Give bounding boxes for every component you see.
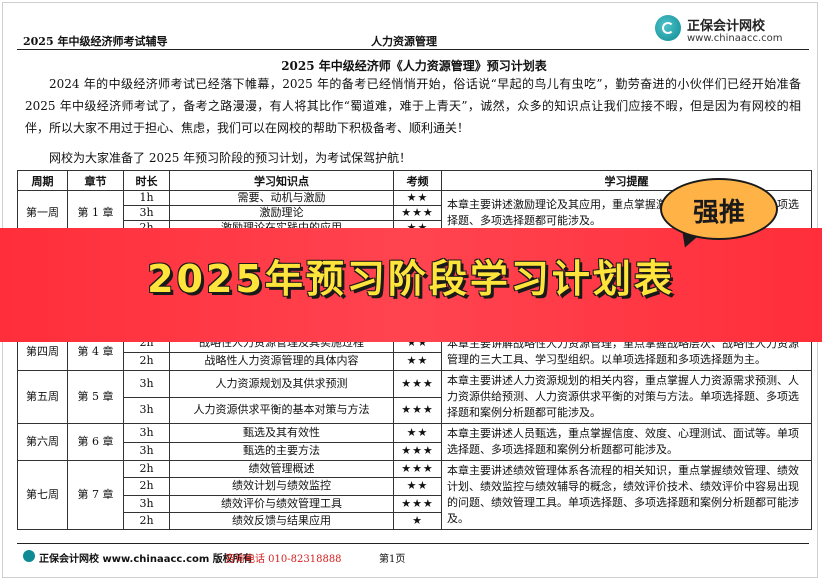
tip-cell: 本章主要讲述人力资源规划的相关内容，重点掌握人力资源需求预测、人力资源供给预测、… bbox=[442, 371, 812, 424]
footer-divider bbox=[17, 543, 809, 544]
topic-cell: 战略性人力资源管理的具体内容 bbox=[170, 352, 394, 371]
chapter-cell: 第 5 章 bbox=[68, 371, 124, 424]
brand-logo-icon bbox=[655, 15, 681, 41]
header-divider bbox=[17, 49, 809, 50]
intro-paragraph: 2024 年的中级经济师考试已经落下帷幕，2025 年的备考已经悄悄开始，俗话说… bbox=[25, 73, 801, 139]
week-cell: 第五周 bbox=[18, 371, 68, 424]
duration-cell: 2h bbox=[124, 352, 170, 371]
duration-cell: 1h bbox=[124, 191, 170, 206]
frequency-stars: ★★★ bbox=[394, 495, 442, 512]
col-header-chapter: 章节 bbox=[68, 171, 124, 191]
document-title: 2025 年中级经济师《人力资源管理》预习计划表 bbox=[3, 57, 818, 74]
brand-logo: 正保会计网校 www.chinaacc.com bbox=[655, 11, 815, 51]
brand-url: www.chinaacc.com bbox=[687, 33, 783, 44]
duration-cell: 3h bbox=[124, 424, 170, 443]
frequency-stars: ★★★ bbox=[394, 461, 442, 478]
recommend-badge: 强推 bbox=[660, 178, 780, 250]
topic-cell: 人力资源供求平衡的基本对策与方法 bbox=[170, 397, 394, 424]
promo-banner-title: 2025年预习阶段学习计划表 bbox=[0, 248, 822, 303]
frequency-stars: ★★★ bbox=[394, 371, 442, 398]
intro-paragraph-2: 网校为大家准备了 2025 年预习阶段的预习计划，为考试保驾护航！ bbox=[25, 147, 801, 169]
header-left-text: 2025 年中级经济师考试辅导 bbox=[23, 33, 167, 49]
topic-cell: 绩效评价与绩效管理工具 bbox=[170, 495, 394, 512]
footer-phone: 咨询电话 010-82318888 bbox=[225, 550, 342, 565]
frequency-stars: ★★★ bbox=[394, 397, 442, 424]
topic-cell: 绩效管理概述 bbox=[170, 461, 394, 478]
week-cell: 第七周 bbox=[18, 461, 68, 530]
topic-cell: 甄选的主要方法 bbox=[170, 442, 394, 461]
footer-logo-icon bbox=[23, 550, 35, 562]
footer-page-number: 第1页 bbox=[379, 550, 405, 565]
frequency-stars: ★★ bbox=[394, 478, 442, 495]
topic-cell: 需要、动机与激励 bbox=[170, 191, 394, 206]
topic-cell: 绩效计划与绩效监控 bbox=[170, 478, 394, 495]
recommend-badge-text: 强推 bbox=[660, 192, 778, 229]
duration-cell: 2h bbox=[124, 478, 170, 495]
topic-cell: 人力资源规划及其供求预测 bbox=[170, 371, 394, 398]
tip-cell: 本章主要讲述人员甄选，重点掌握信度、效度、心理测试、面试等。单项选择题、多项选择… bbox=[442, 424, 812, 461]
chapter-cell: 第 7 章 bbox=[68, 461, 124, 530]
duration-cell: 3h bbox=[124, 371, 170, 398]
frequency-stars: ★★ bbox=[394, 352, 442, 371]
topic-cell: 激励理论 bbox=[170, 206, 394, 221]
duration-cell: 3h bbox=[124, 397, 170, 424]
table-row: 第六周 第 6 章 3h 甄选及其有效性 ★★ 本章主要讲述人员甄选，重点掌握信… bbox=[18, 424, 812, 443]
tip-cell: 本章主要讲述绩效管理体系各流程的相关知识，重点掌握绩效管理、绩效计划、绩效监控与… bbox=[442, 461, 812, 530]
chapter-cell: 第 6 章 bbox=[68, 424, 124, 461]
duration-cell: 3h bbox=[124, 206, 170, 221]
duration-cell: 3h bbox=[124, 495, 170, 512]
frequency-stars: ★ bbox=[394, 512, 442, 529]
topic-cell: 甄选及其有效性 bbox=[170, 424, 394, 443]
frequency-stars: ★★ bbox=[394, 424, 442, 443]
frequency-stars: ★★★ bbox=[394, 442, 442, 461]
table-row: 第七周 第 7 章 2h 绩效管理概述 ★★★ 本章主要讲述绩效管理体系各流程的… bbox=[18, 461, 812, 478]
brand-name: 正保会计网校 bbox=[687, 15, 765, 34]
footer-copyright: 正保会计网校 www.chinaacc.com 版权所有 bbox=[39, 550, 253, 565]
week-cell: 第六周 bbox=[18, 424, 68, 461]
table-row: 第五周 第 5 章 3h 人力资源规划及其供求预测 ★★★ 本章主要讲述人力资源… bbox=[18, 371, 812, 398]
col-header-topic: 学习知识点 bbox=[170, 171, 394, 191]
header-subject: 人力资源管理 bbox=[371, 33, 437, 49]
frequency-stars: ★★ bbox=[394, 191, 442, 206]
col-header-frequency: 考频 bbox=[394, 171, 442, 191]
frequency-stars: ★★★ bbox=[394, 206, 442, 221]
duration-cell: 3h bbox=[124, 442, 170, 461]
col-header-duration: 时长 bbox=[124, 171, 170, 191]
col-header-week: 周期 bbox=[18, 171, 68, 191]
topic-cell: 绩效反馈与结果应用 bbox=[170, 512, 394, 529]
duration-cell: 2h bbox=[124, 461, 170, 478]
duration-cell: 2h bbox=[124, 512, 170, 529]
